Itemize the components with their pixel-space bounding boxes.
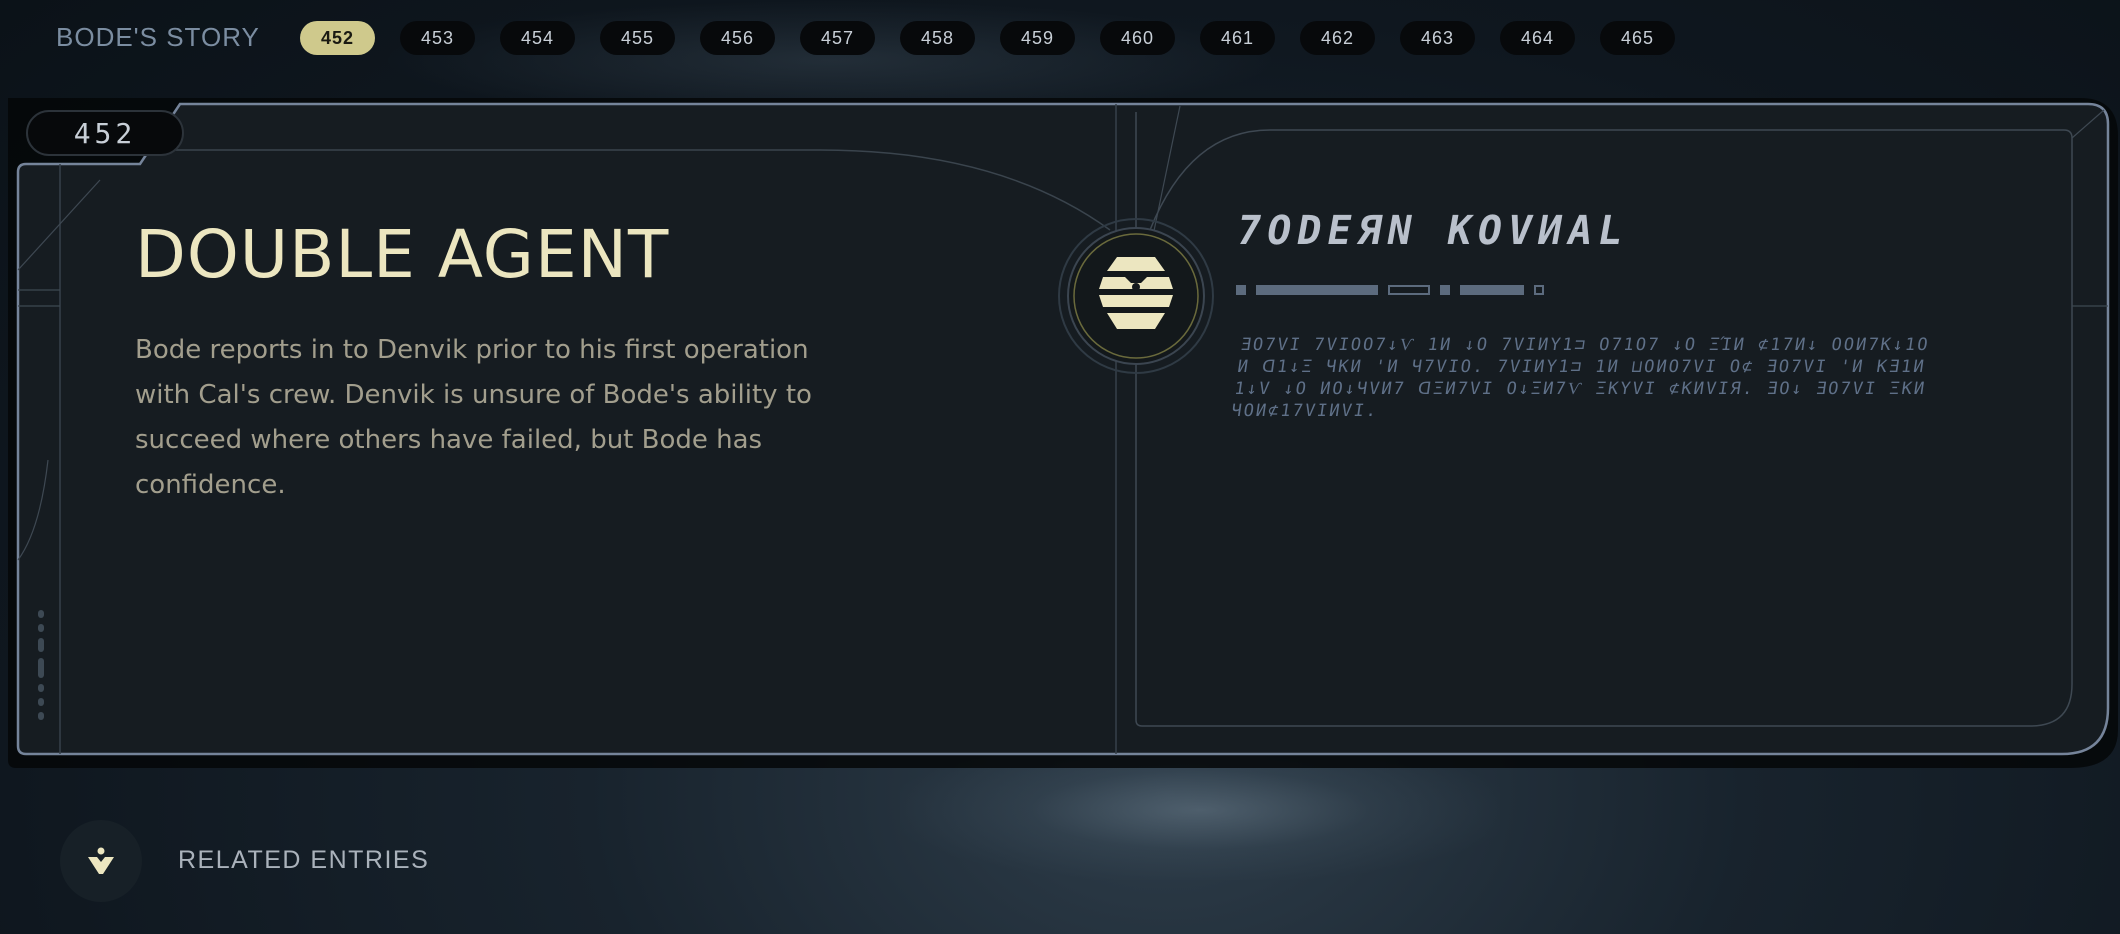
story-title: BODE'S STORY (56, 22, 260, 52)
tab-454[interactable]: 454 (500, 21, 575, 55)
tab-456[interactable]: 456 (700, 21, 775, 55)
tab-460[interactable]: 460 (1100, 21, 1175, 55)
tab-463[interactable]: 463 (1400, 21, 1475, 55)
entry-description: Bode reports in to Denvik prior to his f… (135, 335, 812, 500)
related-entries-label: RELATED ENTRIES (178, 846, 430, 874)
tab-459[interactable]: 459 (1000, 21, 1075, 55)
entry-number-badge: 452 (26, 110, 184, 156)
aurebesh-title: 7ODEЯN KOVИAL (1232, 208, 1633, 254)
tab-453[interactable]: 453 (400, 21, 475, 55)
related-entries-icon (88, 847, 114, 874)
decorative-bars (1236, 285, 1544, 295)
tab-457[interactable]: 457 (800, 21, 875, 55)
tab-452[interactable]: 452 (300, 21, 375, 55)
bode-emblem-icon (1058, 218, 1214, 374)
tab-458[interactable]: 458 (900, 21, 975, 55)
tab-464[interactable]: 464 (1500, 21, 1575, 55)
story-navigation: BODE'S STORY 452 453 454 455 456 457 458 459 460… (0, 0, 2120, 76)
tab-462[interactable]: 462 (1300, 21, 1375, 55)
aurebesh-text: ƎO7VI 7VIOO7↓Ѵ 1И ↓O 7VIИY1⊐ O71O7 ↓O ΞΊ… (1229, 335, 1931, 421)
tab-465[interactable]: 465 (1600, 21, 1675, 55)
tab-455[interactable]: 455 (600, 21, 675, 55)
tab-461[interactable]: 461 (1200, 21, 1275, 55)
entry-tabs: 452 453 454 455 456 457 458 459 460 461 462 463 464 4… (300, 21, 1675, 55)
related-entries-button[interactable] (60, 820, 142, 902)
entry-title: DOUBLE AGENT (135, 216, 670, 293)
